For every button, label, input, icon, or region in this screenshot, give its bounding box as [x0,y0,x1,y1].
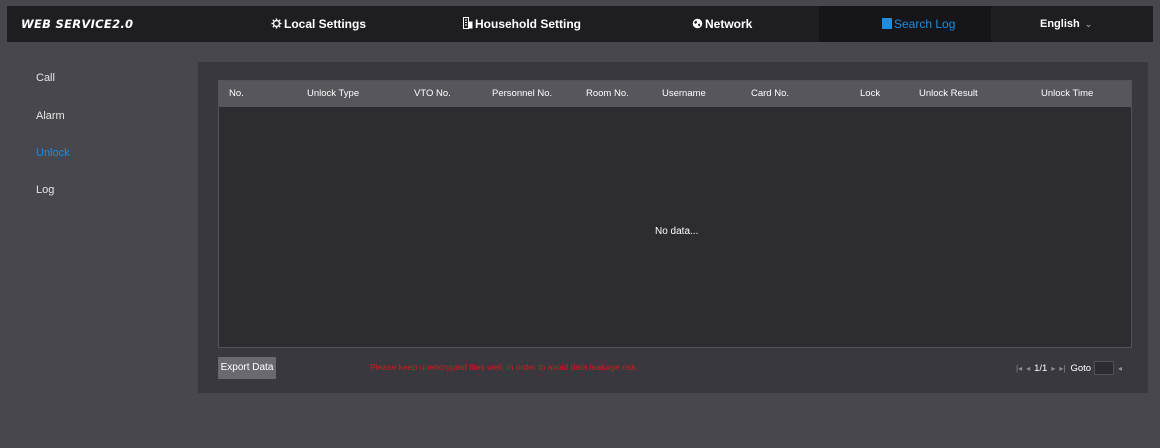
empty-state-text: No data... [655,226,699,237]
sidebar-item-label: Call [36,72,55,84]
sidebar-item-alarm[interactable]: Alarm [36,110,65,122]
column-header-room-no: Room No. [586,88,629,99]
table-header: No. Unlock Type VTO No. Personnel No. Ro… [219,81,1131,107]
nav-search-log-label: Search Log [894,17,956,31]
go-icon[interactable]: ◂ [1118,364,1122,373]
column-header-vto-no: VTO No. [414,88,451,99]
first-page-icon[interactable]: |◂ [1016,364,1022,373]
nav-local-settings[interactable]: Local Settings [271,6,366,42]
gear-icon [271,7,282,43]
nav-local-settings-label: Local Settings [284,17,367,31]
column-header-unlock-type: Unlock Type [307,88,360,99]
chevron-down-icon: ⌄ [1084,19,1093,29]
prev-page-icon[interactable]: ◂ [1026,364,1030,373]
top-nav-bar: WEB SERVICE2.0 Local Settings Household … [7,6,1153,42]
nav-household-setting[interactable]: Household Setting [463,6,581,42]
last-page-icon[interactable]: ▸| [1059,364,1065,373]
pagination: |◂ ◂ 1/1 ▸ ▸| Goto ◂ [1016,361,1122,375]
security-warning-text: Please keep unencrypted files well, in o… [370,362,638,372]
column-header-unlock-time: Unlock Time [1041,88,1094,99]
nav-search-log[interactable]: Search Log [882,6,955,42]
sidebar-item-label: Log [36,184,55,196]
language-select[interactable]: English ⌄ [1040,6,1092,42]
next-page-icon[interactable]: ▸ [1051,364,1055,373]
nav-household-setting-label: Household Setting [475,17,581,31]
nav-network-label: Network [705,17,753,31]
log-icon [882,7,892,43]
sidebar-item-call[interactable]: Call [36,72,55,84]
column-header-no: No. [229,88,244,99]
column-header-lock: Lock [860,88,881,99]
logo: WEB SERVICE2.0 [21,17,134,31]
column-header-personnel-no: Personnel No. [492,88,553,99]
sidebar-item-label: Unlock [36,147,70,159]
goto-label: Goto [1070,362,1092,374]
column-header-unlock-result: Unlock Result [919,88,978,99]
column-header-card-no: Card No. [751,88,790,99]
building-icon [463,7,473,43]
export-data-button[interactable]: Export Data [218,357,276,379]
language-label: English [1040,18,1080,30]
nav-network[interactable]: Network [692,6,752,42]
column-header-username: Username [662,88,706,99]
sidebar-item-log[interactable]: Log [36,184,54,196]
unlock-log-table: No. Unlock Type VTO No. Personnel No. Ro… [218,80,1132,348]
page-indicator: 1/1 [1034,362,1048,374]
sidebar-item-label: Alarm [36,110,65,122]
globe-icon [692,7,703,43]
goto-page-input[interactable] [1094,361,1115,375]
sidebar-item-unlock[interactable]: Unlock [36,147,70,159]
